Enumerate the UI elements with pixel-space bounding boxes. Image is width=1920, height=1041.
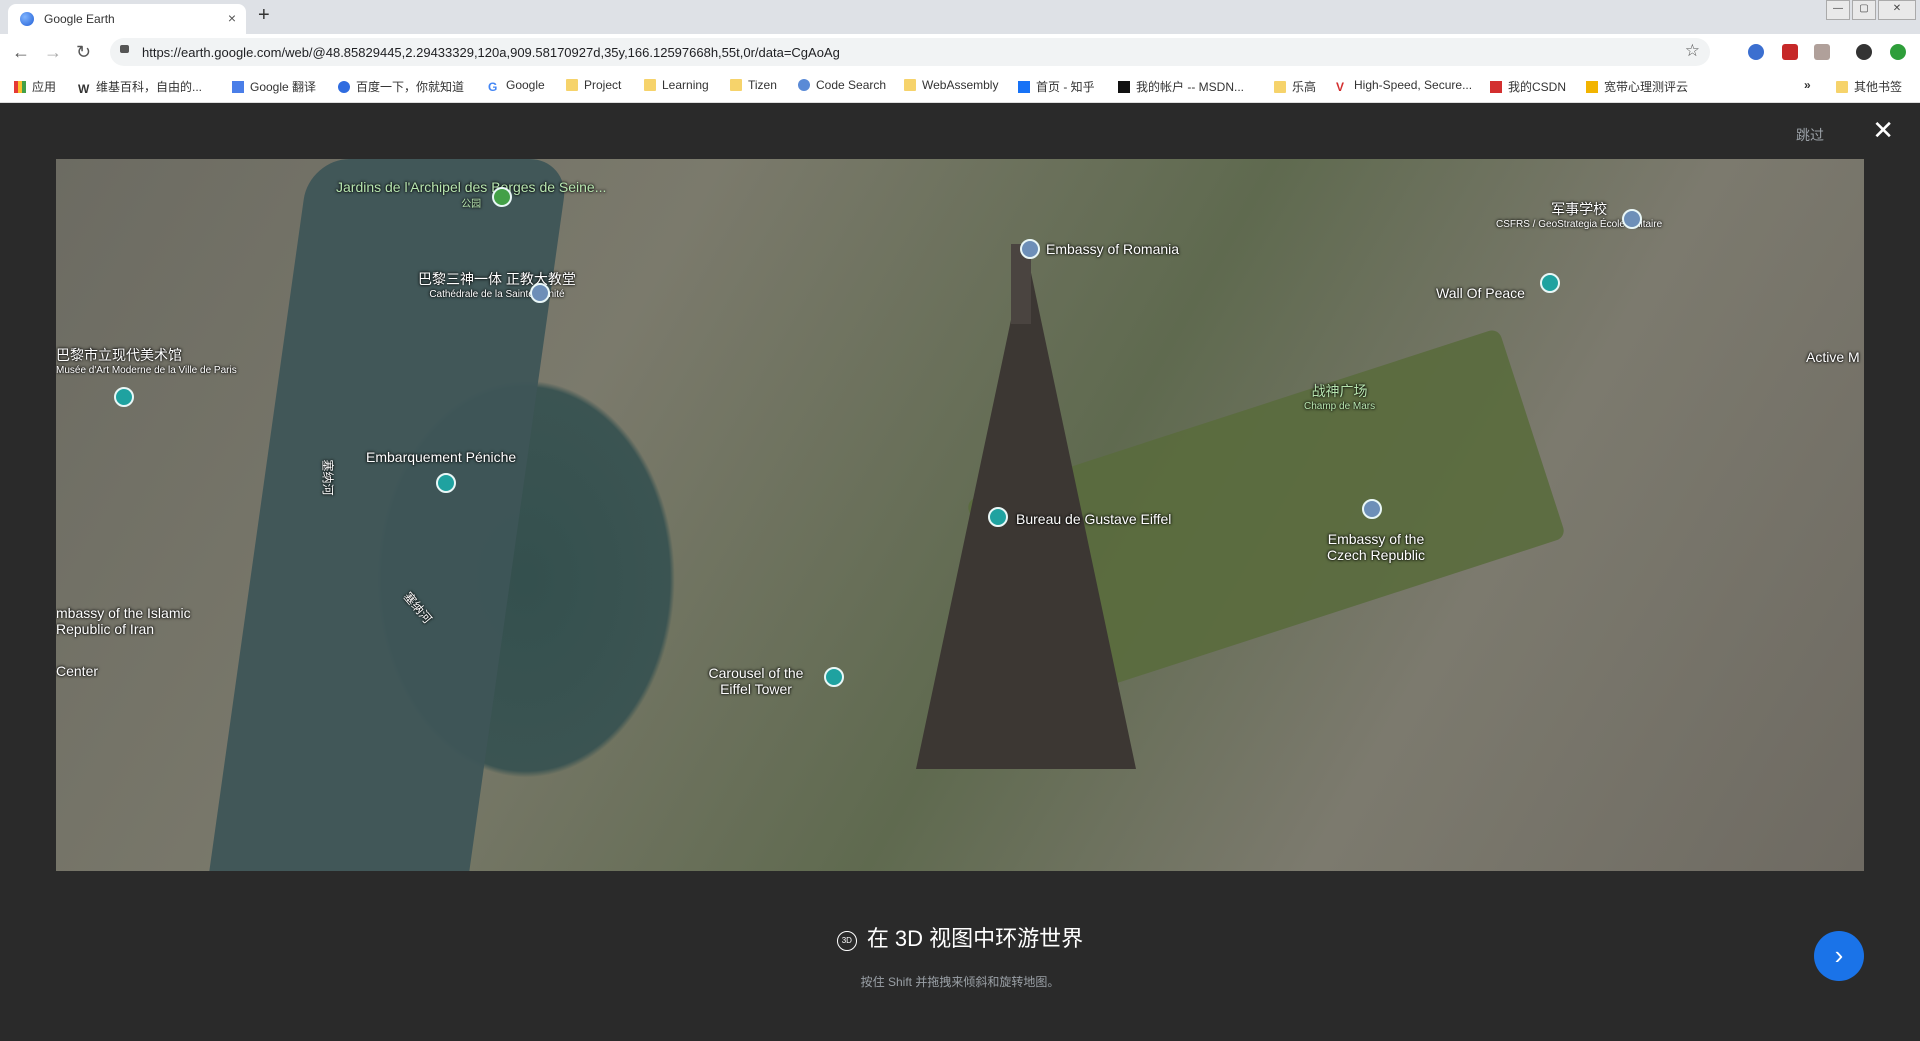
minimize-button[interactable]: — bbox=[1826, 0, 1850, 20]
park-pin-icon bbox=[492, 187, 512, 207]
close-icon[interactable]: ✕ bbox=[1872, 115, 1894, 146]
eiffel-office-pin-icon bbox=[988, 507, 1008, 527]
extension-shield-icon[interactable] bbox=[1782, 44, 1798, 60]
onboarding-headline: 3D 在 3D 视图中环游世界 bbox=[0, 921, 1920, 953]
bookmark-tizen[interactable]: Tizen bbox=[730, 78, 777, 92]
military-pin-icon bbox=[1622, 209, 1642, 229]
seine-river bbox=[202, 159, 570, 871]
onboarding-subtitle: 按住 Shift 并拖拽来倾斜和旋转地图。 bbox=[860, 975, 1060, 989]
earth-onboarding: 跳过 ✕ Jardins de l'Archipel des Berges de… bbox=[0, 103, 1920, 1041]
reload-icon[interactable]: ↻ bbox=[76, 42, 91, 63]
code-search-icon bbox=[798, 79, 810, 91]
browser-toolbar: ← → ↻ https://earth.google.com/web/@48.8… bbox=[0, 34, 1920, 70]
bookmark-zhihu[interactable]: 首页 - 知乎 bbox=[1018, 78, 1095, 95]
czech-pin-icon bbox=[1362, 499, 1382, 519]
folder-icon bbox=[1274, 81, 1286, 93]
update-icon[interactable] bbox=[1890, 44, 1906, 60]
wikipedia-icon: W bbox=[78, 82, 90, 96]
eiffel-tower-shape bbox=[916, 249, 1136, 769]
bookmark-highspeed[interactable]: V High-Speed, Secure... bbox=[1336, 78, 1472, 94]
google-earth-favicon-icon bbox=[20, 12, 34, 26]
folder-icon bbox=[904, 79, 916, 91]
bookmark-code-search[interactable]: Code Search bbox=[798, 78, 886, 92]
label-center: Center bbox=[56, 663, 99, 679]
close-window-button[interactable]: ✕ bbox=[1878, 0, 1916, 20]
bookmark-google[interactable]: G Google bbox=[488, 78, 545, 94]
forward-icon[interactable]: → bbox=[44, 42, 62, 63]
bookmark-csdn[interactable]: 我的CSDN bbox=[1490, 78, 1566, 95]
highspeed-icon: V bbox=[1336, 80, 1345, 94]
lock-icon bbox=[120, 45, 129, 53]
bookmark-msdn[interactable]: 我的帐户 -- MSDN... bbox=[1118, 78, 1244, 95]
bookmark-apps[interactable]: 应用 bbox=[14, 78, 56, 95]
headline-text: 在 3D 视图中环游世界 bbox=[866, 926, 1084, 951]
carousel-pin-icon bbox=[824, 667, 844, 687]
bookmark-lego[interactable]: 乐高 bbox=[1274, 78, 1316, 95]
broadband-icon bbox=[1586, 81, 1598, 93]
museum-pin-icon bbox=[114, 387, 134, 407]
bookmark-broadband[interactable]: 宽带心理测评云 bbox=[1586, 78, 1688, 95]
bookmark-webassembly[interactable]: WebAssembly bbox=[904, 78, 998, 92]
romania-pin-icon bbox=[1020, 239, 1040, 259]
url-text: https://earth.google.com/web/@48.8582944… bbox=[142, 45, 840, 60]
next-button[interactable]: › bbox=[1814, 931, 1864, 981]
label-bureau-eiffel: Bureau de Gustave Eiffel bbox=[1016, 511, 1172, 527]
bookmark-learning[interactable]: Learning bbox=[644, 78, 709, 92]
3d-badge-icon: 3D bbox=[836, 931, 857, 951]
folder-icon bbox=[566, 79, 578, 91]
apps-grid-icon bbox=[14, 81, 26, 93]
bookmark-project[interactable]: Project bbox=[566, 78, 621, 92]
label-wall-of-peace: Wall Of Peace bbox=[1436, 285, 1525, 301]
folder-icon bbox=[644, 79, 656, 91]
folder-icon bbox=[1836, 81, 1848, 93]
label-active-m: Active M bbox=[1806, 349, 1860, 365]
back-icon[interactable]: ← bbox=[12, 42, 30, 63]
label-seine-1: 塞纳河 bbox=[320, 459, 335, 496]
label-iran-embassy: mbassy of the Islamic Republic of Iran bbox=[56, 605, 191, 637]
folder-icon bbox=[730, 79, 742, 91]
skip-button[interactable]: 跳过 bbox=[1796, 125, 1824, 145]
bookmark-star-icon[interactable]: ☆ bbox=[1685, 41, 1700, 61]
label-czech-embassy: Embassy of the Czech Republic bbox=[1326, 531, 1426, 563]
extension-pdf-icon[interactable] bbox=[1814, 44, 1830, 60]
label-embarquement: Embarquement Péniche bbox=[366, 449, 517, 465]
msdn-icon bbox=[1118, 81, 1130, 93]
csdn-icon bbox=[1490, 81, 1502, 93]
embarquement-pin-icon bbox=[436, 473, 456, 493]
label-church: 巴黎三神一体 正教大教堂 Cathédrale de la Sainte-Trin… bbox=[418, 271, 576, 300]
wall-pin-icon bbox=[1540, 273, 1560, 293]
tab-google-earth[interactable]: Google Earth × bbox=[8, 4, 246, 34]
extension-globe-icon[interactable] bbox=[1748, 44, 1764, 60]
bookmark-other[interactable]: 其他书签 bbox=[1836, 78, 1902, 95]
label-carousel: Carousel of the Eiffel Tower bbox=[708, 665, 804, 697]
bookmark-google-translate[interactable]: Google 翻译 bbox=[232, 78, 316, 95]
paris-3d-image: Jardins de l'Archipel des Berges de Sein… bbox=[56, 159, 1864, 871]
restore-button[interactable]: ▢ bbox=[1852, 0, 1876, 20]
label-museum: 巴黎市立现代美术馆 Musée d'Art Moderne de la Ville… bbox=[56, 347, 237, 376]
label-champ-de-mars: 战神广场 Champ de Mars bbox=[1304, 383, 1376, 412]
tab-title: Google Earth bbox=[44, 12, 115, 26]
bookmark-baidu[interactable]: 百度一下，你就知道 bbox=[338, 78, 464, 95]
tab-strip: Google Earth × + — ▢ ✕ bbox=[0, 0, 1920, 34]
label-romania: Embassy of Romania bbox=[1046, 241, 1180, 257]
bookmarks-more-button[interactable]: » bbox=[1804, 78, 1811, 92]
address-bar[interactable]: https://earth.google.com/web/@48.8582944… bbox=[110, 38, 1710, 66]
profile-avatar[interactable] bbox=[1856, 44, 1872, 60]
tab-close-icon[interactable]: × bbox=[228, 10, 236, 26]
zhihu-icon bbox=[1018, 81, 1030, 93]
translate-icon bbox=[232, 81, 244, 93]
bookmark-wikipedia[interactable]: W 维基百科，自由的... bbox=[78, 78, 202, 96]
google-g-icon: G bbox=[488, 80, 498, 94]
label-jardins: Jardins de l'Archipel des Berges de Sein… bbox=[336, 179, 607, 210]
church-pin-icon bbox=[530, 283, 550, 303]
new-tab-button[interactable]: + bbox=[258, 4, 270, 27]
bookmarks-bar: 应用 W 维基百科，自由的... Google 翻译 百度一下，你就知道 G Goo… bbox=[0, 70, 1920, 103]
baidu-paw-icon bbox=[338, 81, 350, 93]
